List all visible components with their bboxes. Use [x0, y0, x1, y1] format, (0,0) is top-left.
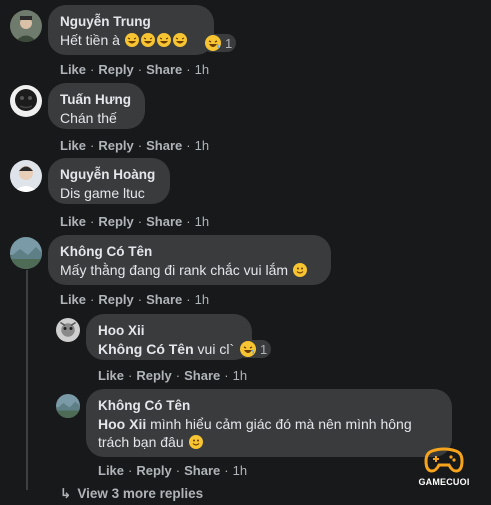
share-link[interactable]: Share — [146, 292, 182, 307]
avatar[interactable] — [56, 318, 80, 342]
comment-bubble: Nguyễn Hoàng Dis game ltuc — [48, 158, 170, 204]
reply-link[interactable]: Reply — [136, 368, 171, 383]
timestamp[interactable]: 1h — [195, 138, 209, 153]
mention-link[interactable]: Hoo Xii — [98, 416, 146, 432]
reaction-count: 1 — [225, 35, 233, 51]
reaction-summary[interactable]: 1 — [202, 34, 237, 52]
reply-link[interactable]: Reply — [98, 62, 133, 77]
avatar[interactable] — [10, 160, 42, 192]
reply-text: trách bạn đâu — [98, 433, 440, 451]
comment-bubble: Không Có Tên Mấy thằng đang đi rank chắc… — [48, 235, 331, 285]
comment-text: Dis game ltuc — [60, 185, 145, 201]
like-link[interactable]: Like — [98, 463, 124, 478]
reply-text-line1: mình hiểu cảm giác đó mà nên mình hông — [150, 416, 412, 432]
reply-actions: Like · Reply · Share · 1h — [98, 368, 248, 383]
laugh-emoji — [124, 33, 139, 47]
comment-author[interactable]: Tuấn Hưng — [60, 91, 133, 109]
avatar[interactable] — [10, 85, 42, 117]
like-link[interactable]: Like — [60, 138, 86, 153]
comment-author[interactable]: Nguyễn Hoàng — [60, 166, 158, 184]
mention-link[interactable]: Không Có Tên — [98, 341, 194, 357]
timestamp[interactable]: 1h — [233, 463, 247, 478]
avatar[interactable] — [10, 237, 42, 269]
comment-text: Chán thế — [60, 110, 117, 126]
comment-actions: Like · Reply · Share · 1h — [60, 292, 210, 307]
avatar[interactable] — [10, 10, 42, 42]
like-link[interactable]: Like — [98, 368, 124, 383]
view-more-label: View 3 more replies — [77, 486, 204, 501]
reply-arrow-icon: ↳ — [60, 486, 72, 501]
comment-author[interactable]: Nguyễn Trung — [60, 13, 202, 31]
timestamp[interactable]: 1h — [195, 292, 209, 307]
reply-link[interactable]: Reply — [98, 292, 133, 307]
comment-text: Hết tiền à — [60, 31, 202, 49]
smile-emoji — [292, 263, 307, 277]
gamecuoi-watermark: GAMECUOI — [412, 445, 476, 493]
comment-text-body: Hết tiền à — [60, 32, 120, 48]
comment-bubble: Nguyễn Trung Hết tiền à — [48, 5, 214, 55]
thread-line — [26, 270, 28, 490]
smile-emoji — [188, 435, 203, 449]
share-link[interactable]: Share — [146, 214, 182, 229]
timestamp[interactable]: 1h — [195, 62, 209, 77]
reply-actions: Like · Reply · Share · 1h — [98, 463, 248, 478]
reply-text: Không Có Tên vui cl` — [98, 340, 240, 358]
laugh-emoji — [140, 33, 155, 47]
timestamp[interactable]: 1h — [195, 214, 209, 229]
share-link[interactable]: Share — [146, 138, 182, 153]
like-link[interactable]: Like — [60, 292, 86, 307]
gamepad-icon — [424, 447, 464, 473]
like-link[interactable]: Like — [60, 62, 86, 77]
comment-actions: Like · Reply · Share · 1h — [60, 214, 210, 229]
share-link[interactable]: Share — [146, 62, 182, 77]
reply-author[interactable]: Hoo Xii — [98, 322, 240, 340]
like-link[interactable]: Like — [60, 214, 86, 229]
reaction-count: 1 — [260, 341, 268, 357]
comment-author[interactable]: Không Có Tên — [60, 243, 319, 261]
haha-reaction-icon — [205, 35, 221, 51]
reply-bubble: Hoo Xii Không Có Tên vui cl` — [86, 314, 252, 360]
reaction-summary[interactable]: 1 — [237, 340, 272, 358]
reply-link[interactable]: Reply — [98, 214, 133, 229]
share-link[interactable]: Share — [184, 368, 220, 383]
reply-author[interactable]: Không Có Tên — [98, 397, 440, 415]
share-link[interactable]: Share — [184, 463, 220, 478]
comment-bubble: Tuấn Hưng Chán thế — [48, 83, 145, 129]
reply-text-line2: trách bạn đâu — [98, 434, 184, 450]
reply-link[interactable]: Reply — [136, 463, 171, 478]
comment-text-body: Mấy thằng đang đi rank chắc vui lắm — [60, 262, 289, 278]
reply-link[interactable]: Reply — [98, 138, 133, 153]
view-more-replies[interactable]: ↳ View 3 more replies — [60, 486, 203, 502]
comment-actions: Like · Reply · Share · 1h — [60, 138, 210, 153]
reply-text-body: vui cl` — [197, 341, 235, 357]
watermark-label: GAMECUOI — [418, 477, 470, 487]
comment-actions: Like · Reply · Share · 1h — [60, 62, 210, 77]
haha-reaction-icon — [240, 341, 256, 357]
comment-text: Mấy thằng đang đi rank chắc vui lắm — [60, 261, 319, 279]
reply-text: Hoo Xii mình hiểu cảm giác đó mà nên mìn… — [98, 415, 440, 433]
timestamp[interactable]: 1h — [233, 368, 247, 383]
reply-bubble: Không Có Tên Hoo Xii mình hiểu cảm giác … — [86, 389, 452, 457]
laugh-emoji — [156, 33, 171, 47]
avatar[interactable] — [56, 394, 80, 418]
laugh-emoji — [172, 33, 187, 47]
